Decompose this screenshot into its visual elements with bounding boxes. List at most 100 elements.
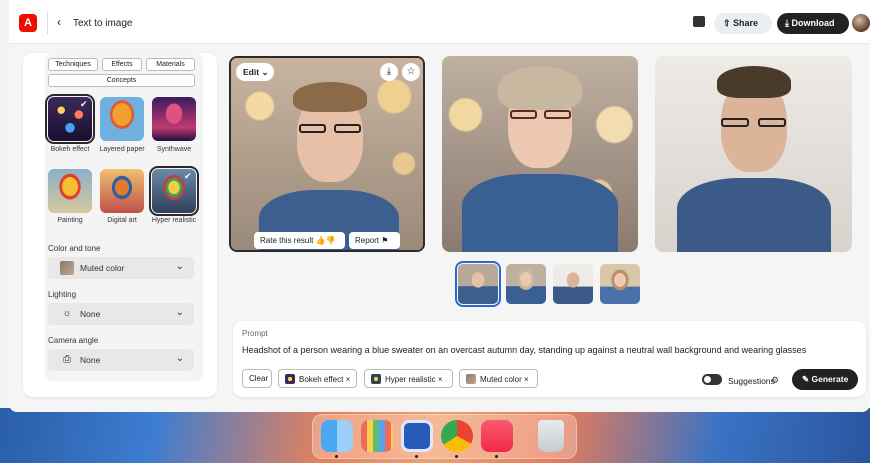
chip-thumb [371,374,381,384]
share-button[interactable]: ⇧ Share [714,13,772,34]
color-tone-dropdown[interactable]: Muted color ⌄ [48,257,194,279]
share-icon: ⇧ [723,18,734,28]
chip-thumb [285,374,295,384]
download-button[interactable]: ⤓ Download [777,13,849,34]
remove-icon[interactable]: × [524,375,529,384]
flag-icon: ⚑ [381,236,389,245]
trash-icon[interactable] [538,420,564,452]
chip-thumb [466,374,476,384]
camera-angle-label: Camera angle [48,336,99,345]
chevron-down-icon: ⌄ [175,261,184,272]
report-label: Report [355,236,380,245]
chip-label: Bokeh effect [299,375,344,384]
clear-button[interactable]: Clear [242,369,272,388]
style-label: Digital art [107,217,137,224]
check-icon: ✔ [184,171,192,181]
lighting-label: Lighting [48,290,77,299]
lighting-dropdown[interactable]: ☼ None ⌄ [48,303,194,325]
avatar[interactable] [852,14,870,32]
chip-label: Hyper realistic [385,375,436,384]
chevron-down-icon: ⌄ [175,307,184,318]
chevron-down-icon: ⌄ [175,353,184,364]
running-indicator [415,455,418,458]
prompt-input[interactable]: Headshot of a person wearing a blue swea… [242,345,806,355]
favorite-star-icon[interactable]: ☆ [402,63,420,81]
suggestions-settings-icon[interactable]: ⚙ [771,375,779,386]
chip-hyper-realistic[interactable]: Hyper realistic × [364,369,453,388]
rate-label: Rate this result [260,236,314,245]
style-label: Hyper realistic [151,217,197,224]
back-chevron-icon[interactable]: ‹ [57,15,61,29]
rate-result-button[interactable]: Rate this result 👍👎 [254,232,345,249]
image-download-icon[interactable]: ⤓ [380,63,398,81]
remove-icon[interactable]: × [346,375,351,384]
chip-label: Muted color [480,375,522,384]
glasses-left [510,110,537,119]
breadcrumb: Text to image [73,18,133,29]
glasses-right [544,110,571,119]
prompt-label: Prompt [242,329,268,338]
tab-materials[interactable]: Materials [146,58,195,71]
divider [47,12,48,34]
macos-dock [312,414,577,459]
glasses-left [299,124,326,133]
running-indicator [495,455,498,458]
generated-image-2[interactable] [442,56,638,252]
thumbs-down-icon[interactable]: 👎 [326,236,336,245]
generated-image-1[interactable]: Edit ⌄ ⤓ ☆ Rate this result 👍👎 Report ⚑ [229,56,425,252]
sweater [462,174,618,252]
style-synthwave[interactable] [152,97,196,141]
music-icon[interactable] [481,420,513,452]
launchpad-icon[interactable] [361,420,393,452]
tab-effects[interactable]: Effects [102,58,142,71]
tab-techniques[interactable]: Techniques [48,58,98,71]
top-bar: A ‹ Text to image ⇧ Share ⤓ Download [9,0,870,44]
style-hyper-realistic[interactable]: ✔ [149,166,199,216]
sun-icon: ☼ [62,308,72,319]
hair [498,66,582,110]
lighting-value: None [80,309,101,319]
camera-angle-value: None [80,355,101,365]
suggestions-label: Suggestions [728,376,775,386]
app-window: A ‹ Text to image ⇧ Share ⤓ Download Tec… [9,0,870,412]
sweater [677,178,831,252]
check-icon: ✔ [80,99,88,109]
style-painting[interactable] [48,169,92,213]
muted-color-swatch [60,261,74,275]
running-indicator [455,455,458,458]
chip-muted-color[interactable]: Muted color × [459,369,538,388]
chrome-icon[interactable] [441,420,473,452]
report-button[interactable]: Report ⚑ [349,232,400,249]
edit-label: Edit [243,67,260,77]
style-panel: Techniques Effects Materials Concepts ✔ … [23,53,217,397]
glasses-right [758,118,786,127]
hair [293,82,367,112]
tasks-checkbox-icon[interactable] [401,420,433,452]
camera-icon: ⎙ [63,354,71,365]
style-layered-paper[interactable] [100,97,144,141]
style-digital-art[interactable] [100,169,144,213]
camera-angle-dropdown[interactable]: ⎙ None ⌄ [48,349,194,371]
style-label: Layered paper [99,146,145,153]
color-tone-label: Color and tone [48,244,101,253]
style-label: Painting [57,217,83,224]
generate-button[interactable]: ✎ Generate [792,369,858,390]
edit-button[interactable]: Edit ⌄ [236,63,274,81]
tab-concepts[interactable]: Concepts [48,74,195,87]
adobe-logo-icon[interactable]: A [19,14,37,32]
remove-icon[interactable]: × [438,375,443,384]
glasses-right [334,124,361,133]
thumbnail-1[interactable] [455,261,501,307]
suggestions-toggle[interactable] [702,374,722,385]
thumbnail-4[interactable] [600,264,640,304]
style-bokeh-effect[interactable]: ✔ [45,94,95,144]
thumbnail-2[interactable] [506,264,546,304]
generate-label: Generate [811,374,849,384]
comment-icon[interactable] [693,16,705,27]
thumbnail-3[interactable] [553,264,593,304]
thumbs-up-icon[interactable]: 👍 [316,236,326,245]
chip-bokeh-effect[interactable]: Bokeh effect × [278,369,357,388]
finder-icon[interactable] [321,420,353,452]
generated-image-3[interactable] [655,56,852,252]
running-indicator [335,455,338,458]
